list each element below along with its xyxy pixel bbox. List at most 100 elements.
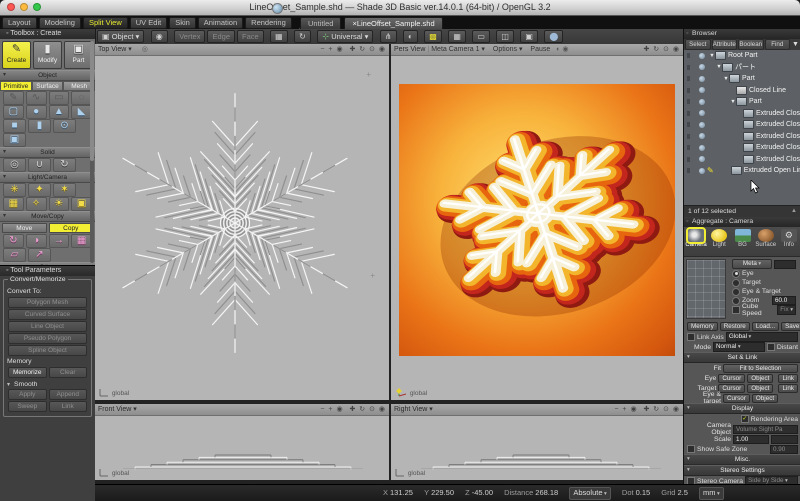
camera-tool-button[interactable]: ◉ [151,30,168,43]
aggregate-tab-light[interactable]: Light [708,229,730,248]
smooth-sweep-button[interactable]: Sweep [8,401,47,412]
visibility-dot-icon[interactable] [699,53,705,59]
mode-dropdown[interactable]: Normal [713,342,765,352]
render-flag-icon[interactable] [687,111,690,116]
cylinder-icon[interactable]: ▮ [28,119,51,133]
pers-view-controls[interactable]: ✚ ↻ ⊙ ◉ [643,44,680,55]
toolbox-create-button[interactable]: ✎Create [2,41,31,69]
mirror-copy-icon[interactable]: ◑ [26,234,47,248]
tree-item-extruded-closed[interactable]: Extruded Closed [684,154,800,166]
path-light-icon[interactable]: ✧ [26,197,47,211]
camera-object-options[interactable]: Volume Sight Pa [733,425,798,434]
curve-icon[interactable]: ∿ [26,91,47,105]
browser-tab-attribute[interactable]: Attribute [712,39,738,50]
toolbox-part-button[interactable]: ▣Part [64,41,93,69]
sweep-icon[interactable]: ∪ [28,158,51,172]
translate-copy-icon[interactable]: → [49,234,70,248]
object-mode-button[interactable]: ▣ Object ▾ [97,30,144,43]
visibility-dot-icon[interactable] [699,168,705,174]
layout-split-button[interactable]: ◫ [496,30,514,43]
array-copy-icon[interactable]: ▦ [71,234,92,248]
solid-section-header[interactable]: Solid [0,147,95,158]
object-tab-surface[interactable]: Surface [32,81,64,91]
cube-speed-value[interactable]: Fix [777,305,796,315]
camera-mini-viewport[interactable] [686,259,726,319]
visibility-dot-icon[interactable] [699,133,705,139]
scale-copy-icon[interactable]: ↗ [28,248,51,262]
visibility-dot-icon[interactable] [699,87,705,93]
camera-meta-dropdown[interactable]: Meta [732,259,772,269]
visibility-dot-icon[interactable] [699,110,705,116]
safe-zone-checkbox[interactable] [687,445,695,453]
radio-eye-target[interactable] [732,288,740,296]
universal-manipulator-button[interactable]: ⊹ Universal ▾ [317,30,373,43]
render-info-icon[interactable]: ◉ [562,46,568,53]
rotate-copy-icon[interactable]: ↻ [3,234,24,248]
shear-copy-icon[interactable]: ▱ [3,248,26,262]
scale-input[interactable]: 1.00 [733,435,769,444]
eye-target-cursor-button[interactable]: Cursor [723,394,750,403]
eye-cursor-button[interactable]: Cursor [718,374,745,383]
aggregate-tab-surface[interactable]: Surface [755,229,777,248]
aggregate-tab-bg[interactable]: BG [731,229,753,248]
revolve-icon[interactable]: ↻ [53,158,76,172]
stereo-section-header[interactable]: Stereo Settings [684,465,800,476]
box-icon[interactable]: ■ [3,119,26,133]
absolute-dropdown[interactable]: Absolute [569,487,610,500]
smooth-apply-button[interactable]: Apply [8,389,47,400]
render-flag-icon[interactable] [687,88,690,93]
tree-item-extruded-open-line[interactable]: ✎Extruded Open Line [684,165,800,177]
smooth-link-button[interactable]: Link [49,401,88,412]
memory-button[interactable]: Memory [687,322,718,331]
render-flag-icon[interactable] [687,145,690,150]
selection-mode-vertex[interactable]: Vertex [174,30,205,43]
link-axis-dropdown[interactable]: Global [726,332,798,342]
tree-item-part[interactable]: ▼Part [684,96,800,108]
layout-single-button[interactable]: ▭ [472,30,490,43]
smooth-section-header[interactable]: Smooth [7,381,88,388]
save-button[interactable]: Save... [781,322,800,331]
skeleton-tool-button[interactable]: ⋔ [380,30,397,43]
display-section-header[interactable]: Display [684,403,800,414]
right-view-controls[interactable]: − + ◉ ✚ ↻ ⊙ ◉ [614,404,680,415]
pen-icon[interactable]: ✎ [3,91,24,105]
directional-light-icon[interactable]: ✶ [53,183,76,197]
convert-polygon-mesh-button[interactable]: Polygon Mesh [8,297,87,308]
convert-pseudo-polygon-button[interactable]: Pseudo Polygon [8,333,87,344]
ambient-light-icon[interactable]: ☀ [49,197,70,211]
render-preview-button[interactable]: ⬤ [544,30,563,43]
visibility-dot-icon[interactable] [699,64,705,70]
top-viewport[interactable]: + + Top View ▾ ◎ − + ◉ ✚ ↻ ⊙ ◉ global [95,44,389,400]
target-link-button[interactable]: Link [778,384,798,393]
render-settings-icon[interactable]: ◐ [556,46,560,53]
browser-title[interactable]: Browser [684,29,800,39]
front-view-header[interactable]: Front View ▾ − + ◉ ✚ ↻ ⊙ ◉ [95,404,389,416]
smooth-append-button[interactable]: Append [49,389,88,400]
eye-link-button[interactable]: Link [778,374,798,383]
aggregate-title[interactable]: Aggregate : Camera [684,217,800,227]
browser-tab-boolean[interactable]: Boolean [738,39,764,50]
marquee-select-button[interactable]: ▦ [270,30,288,43]
tree-item-part[interactable]: ▼Part [684,73,800,85]
render-flag-icon[interactable] [687,99,690,104]
object-tab-primitive[interactable]: Primitive [0,81,32,91]
minimize-window-icon[interactable] [20,3,28,11]
move-button[interactable]: Move [2,223,47,233]
pose-tool-button[interactable]: ◐ [403,30,418,43]
rotate-tool-button[interactable]: ↻ [294,30,311,43]
torus-icon[interactable]: ◎ [3,158,26,172]
cube-speed-checkbox[interactable] [732,306,740,314]
right-viewport[interactable]: Right View ▾ − + ◉ ✚ ↻ ⊙ ◉ global [391,404,683,480]
close-window-icon[interactable] [7,3,15,11]
top-view-header[interactable]: Top View ▾ ◎ − + ◉ ✚ ↻ ⊙ ◉ [95,44,389,56]
rendering-area-checkbox[interactable]: ✓ [741,415,749,423]
move-copy-section-header[interactable]: Move/Copy [0,211,95,222]
browser-tab-select[interactable]: Select [685,39,711,50]
front-viewport[interactable]: Front View ▾ − + ◉ ✚ ↻ ⊙ ◉ global [95,404,389,480]
render-flag-icon[interactable] [687,65,690,70]
disc-icon[interactable]: ⊙ [53,119,76,133]
visibility-dot-icon[interactable] [699,76,705,82]
browser-tab-find[interactable]: Find [765,39,791,50]
workspace-tab-animation[interactable]: Animation [198,17,243,29]
render-flag-icon[interactable] [687,122,690,127]
